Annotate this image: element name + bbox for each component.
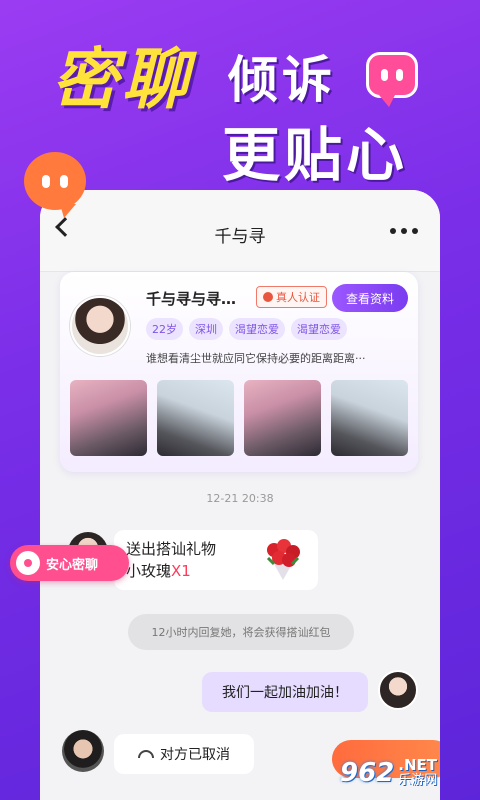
chat-bubble-icon	[366, 52, 418, 107]
verified-person-icon	[263, 292, 273, 302]
call-cancelled-message: 对方已取消	[114, 734, 254, 774]
my-avatar[interactable]	[378, 670, 418, 710]
sender-avatar[interactable]	[62, 730, 104, 772]
tag-age: 22岁	[146, 318, 183, 340]
tag-city: 深圳	[189, 318, 223, 340]
message-timestamp: 12-21 20:38	[206, 492, 274, 505]
reply-notice: 12小时内回复她，将会获得搭讪红包	[128, 614, 354, 650]
phone-hangup-icon	[138, 750, 154, 758]
profile-avatar[interactable]	[70, 296, 130, 356]
photo-gallery	[70, 380, 408, 456]
safe-chat-badge: 安心密聊	[10, 545, 129, 581]
site-watermark: 962 .NET 乐游网	[340, 750, 476, 796]
rose-bouquet-icon	[266, 539, 300, 580]
watermark-text: .NET 乐游网	[398, 757, 437, 789]
chat-header: 千与寻	[40, 190, 440, 272]
view-profile-button[interactable]: 查看资料	[332, 284, 408, 312]
profile-name: 千与寻与寻…	[146, 290, 237, 308]
gallery-photo[interactable]	[157, 380, 234, 456]
profile-tags: 22岁 深圳 渴望恋爱 渴望恋爱	[146, 318, 347, 340]
profile-card: 千与寻与寻… 真人认证 查看资料 22岁 深圳 渴望恋爱 渴望恋爱 谁想看清尘世…	[60, 272, 418, 472]
tag-interest: 渴望恋爱	[291, 318, 347, 340]
gallery-photo[interactable]	[331, 380, 408, 456]
watermark-number: 962	[340, 758, 395, 788]
hero-title-line2: 更贴心	[222, 121, 409, 189]
safe-chat-icon	[16, 551, 40, 575]
gallery-photo[interactable]	[70, 380, 147, 456]
gift-message: 送出搭讪礼物 小玫瑰X1	[114, 530, 318, 590]
orange-chat-bubble-icon	[24, 152, 86, 218]
verified-label: 真人认证	[276, 291, 320, 304]
phone-screen: 千与寻 千与寻与寻… 真人认证 查看资料 22岁 深圳 渴望恋爱 渴望恋爱 谁想…	[40, 190, 440, 800]
watermark-net: .NET	[398, 756, 438, 774]
chat-title: 千与寻	[214, 227, 266, 247]
gift-line2: 小玫瑰	[126, 562, 172, 580]
outgoing-message: 我们一起加油加油！	[202, 672, 368, 712]
call-cancelled-label: 对方已取消	[160, 747, 230, 763]
hero-title-big: 密聊	[52, 41, 192, 118]
gift-count: X1	[171, 562, 191, 580]
profile-bio: 谁想看清尘世就应同它保持必要的距离距离···	[146, 352, 366, 365]
gallery-photo[interactable]	[244, 380, 321, 456]
more-dots-icon[interactable]	[390, 228, 418, 234]
watermark-cn: 乐游网	[398, 773, 438, 788]
safe-chat-label: 安心密聊	[46, 557, 99, 573]
verified-badge: 真人认证	[256, 286, 327, 308]
tag-interest: 渴望恋爱	[229, 318, 285, 340]
hero-title-line1: 倾诉	[228, 51, 336, 109]
